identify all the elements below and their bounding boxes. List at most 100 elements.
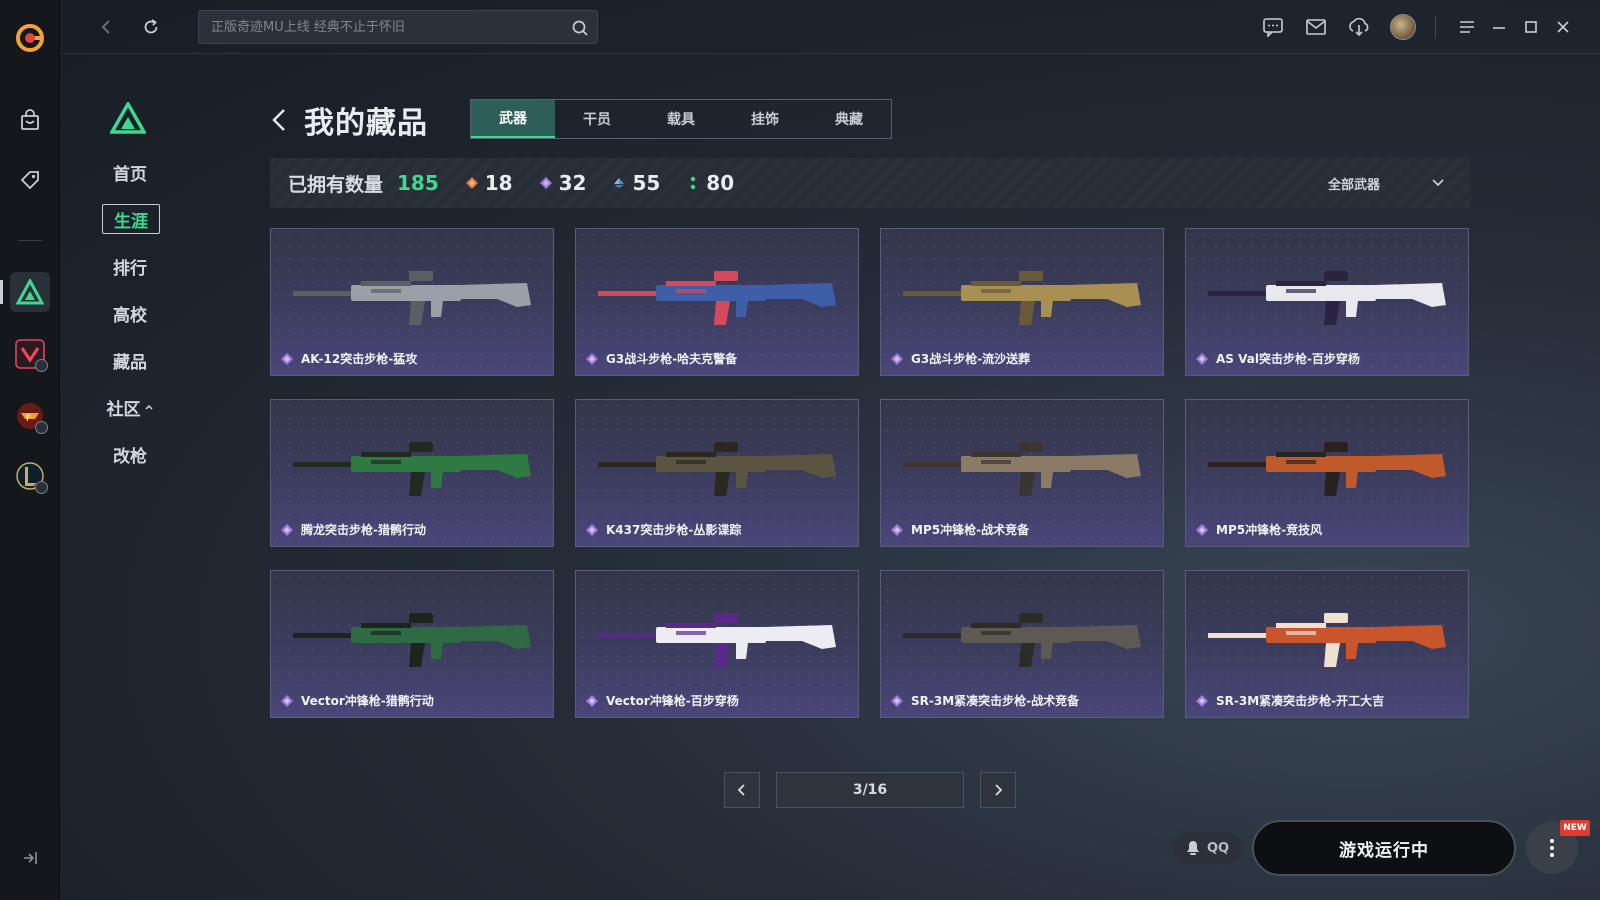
purple-gem-icon: [281, 352, 293, 365]
sidenav-item-college[interactable]: 高校: [100, 299, 160, 327]
sidenav-item-career[interactable]: 生涯: [102, 204, 160, 234]
search-icon[interactable]: [571, 19, 589, 37]
back-arrow-icon[interactable]: [270, 103, 296, 137]
download-icon[interactable]: [1346, 14, 1372, 40]
avatar[interactable]: [1390, 14, 1416, 40]
tab-vehicles[interactable]: 载具: [639, 100, 723, 138]
tab-charms[interactable]: 挂饰: [723, 100, 807, 138]
weapon-image: [903, 271, 1141, 325]
rarity-count-value: 18: [484, 171, 513, 195]
sidenav-item-label: 社区: [106, 399, 141, 420]
download-badge-icon: [35, 359, 48, 372]
weapon-card[interactable]: Vector冲锋枪-百步穿杨: [575, 570, 859, 718]
weapon-card[interactable]: SR-3M紧凑突击步枪-战术竞备: [880, 570, 1164, 718]
next-page-button[interactable]: [980, 772, 1016, 808]
page-header: 我的藏品: [270, 98, 428, 142]
owned-total: 185: [397, 171, 439, 195]
purple-gem-icon: [891, 523, 903, 536]
purple-gem-icon: [586, 694, 598, 707]
weapon-caption: Vector冲锋枪-百步穿杨: [586, 692, 739, 709]
sidenav-item-community[interactable]: 社区: [100, 393, 160, 421]
weapon-image: [598, 442, 836, 496]
back-icon[interactable]: [92, 12, 122, 42]
weapon-card[interactable]: MP5冲锋枪-竞技风: [1185, 399, 1469, 547]
weapon-name: AK-12突击步枪-猛攻: [301, 352, 418, 366]
tab-archive[interactable]: 典藏: [807, 100, 891, 138]
page-title: 我的藏品: [304, 106, 428, 141]
download-badge-icon: [35, 481, 48, 494]
game-running-button[interactable]: 游戏运行中: [1252, 820, 1516, 876]
purple-gem-icon: [281, 523, 293, 536]
qq-button[interactable]: QQ: [1172, 832, 1242, 864]
weapon-card[interactable]: G3战斗步枪-哈夫克警备: [575, 228, 859, 376]
app-logo-icon[interactable]: [10, 18, 50, 58]
weapon-card[interactable]: SR-3M紧凑突击步枪-开工大吉: [1185, 570, 1469, 718]
weapon-card[interactable]: G3战斗步枪-流沙送葬: [880, 228, 1164, 376]
weapon-image: [1208, 613, 1446, 667]
weapon-card[interactable]: K437突击步枪-丛影谍踪: [575, 399, 859, 547]
svg-text:F: F: [26, 414, 31, 424]
refresh-icon[interactable]: [136, 12, 166, 42]
close-icon[interactable]: [1550, 14, 1576, 40]
valorant-icon[interactable]: [10, 334, 50, 374]
collapse-icon[interactable]: [18, 846, 42, 870]
page-indicator[interactable]: 3/16: [776, 772, 964, 808]
sidenav-item-rank[interactable]: 排行: [100, 252, 160, 280]
weapon-name: AS Val突击步枪-百步穿杨: [1216, 352, 1360, 366]
lol-icon[interactable]: [10, 456, 50, 496]
purple-gem-icon: [586, 352, 598, 365]
weapon-image: [598, 613, 836, 667]
weapon-name: Vector冲锋枪-猎鹘行动: [301, 694, 434, 708]
purple-gem-icon: [1196, 352, 1208, 365]
cf-icon[interactable]: F: [10, 396, 50, 436]
shop-icon[interactable]: [10, 100, 50, 140]
filter-label: 全部武器: [1327, 177, 1380, 193]
orange-gem-icon: [465, 176, 479, 190]
purple-gem-icon: [281, 694, 293, 707]
weapon-name: MP5冲锋枪-战术竞备: [911, 523, 1030, 537]
chat-icon[interactable]: [1260, 14, 1286, 40]
rarity-count-orange: 18: [465, 171, 513, 195]
weapon-image: [903, 442, 1141, 496]
qq-penguin-icon: [1186, 841, 1199, 855]
weapon-image: [903, 613, 1141, 667]
sidenav-item-collection[interactable]: 藏品: [100, 346, 160, 374]
maximize-icon[interactable]: [1518, 14, 1544, 40]
menu-icon[interactable]: [1454, 14, 1480, 40]
qq-label: QQ: [1206, 840, 1230, 856]
new-badge: NEW: [1560, 820, 1590, 836]
purple-gem-icon: [891, 352, 903, 365]
weapon-caption: SR-3M紧凑突击步枪-开工大吉: [1196, 692, 1384, 709]
weapon-image: [293, 442, 531, 496]
weapon-card[interactable]: Vector冲锋枪-猎鹘行动: [270, 570, 554, 718]
weapon-name: Vector冲锋枪-百步穿杨: [606, 694, 739, 708]
purple-gem-icon: [891, 694, 903, 707]
weapon-name: MP5冲锋枪-竞技风: [1216, 523, 1323, 537]
weapon-filter-dropdown[interactable]: 全部武器: [1328, 158, 1446, 208]
weapon-card[interactable]: AK-12突击步枪-猛攻: [270, 228, 554, 376]
prev-page-button[interactable]: [724, 772, 760, 808]
rarity-count-value: 32: [558, 171, 587, 195]
sidenav-item-gunsmith[interactable]: 改枪: [100, 440, 160, 468]
rarity-count-green: 80: [686, 171, 734, 195]
green-gem-icon: [686, 176, 700, 190]
weapon-caption: G3战斗步枪-流沙送葬: [891, 350, 1030, 367]
weapon-caption: AK-12突击步枪-猛攻: [281, 350, 417, 367]
weapon-card[interactable]: MP5冲锋枪-战术竞备: [880, 399, 1164, 547]
rail-divider: [18, 240, 42, 241]
sidenav-item-home[interactable]: 首页: [100, 158, 160, 186]
weapon-caption: 腾龙突击步枪-猎鹘行动: [281, 521, 426, 538]
mail-icon[interactable]: [1303, 14, 1329, 40]
tab-weapons[interactable]: 武器: [471, 100, 555, 138]
weapon-caption: SR-3M紧凑突击步枪-战术竞备: [891, 692, 1079, 709]
minimize-icon[interactable]: [1486, 14, 1512, 40]
search-input[interactable]: [199, 11, 559, 43]
purple-gem-icon: [1196, 523, 1208, 536]
weapon-card[interactable]: 腾龙突击步枪-猎鹘行动: [270, 399, 554, 547]
delta-icon[interactable]: [0, 272, 50, 312]
chevron-down-icon: [1432, 179, 1444, 187]
weapon-card[interactable]: AS Val突击步枪-百步穿杨: [1185, 228, 1469, 376]
weapon-caption: Vector冲锋枪-猎鹘行动: [281, 692, 434, 709]
tab-operators[interactable]: 干员: [555, 100, 639, 138]
tag-icon[interactable]: [10, 160, 50, 200]
